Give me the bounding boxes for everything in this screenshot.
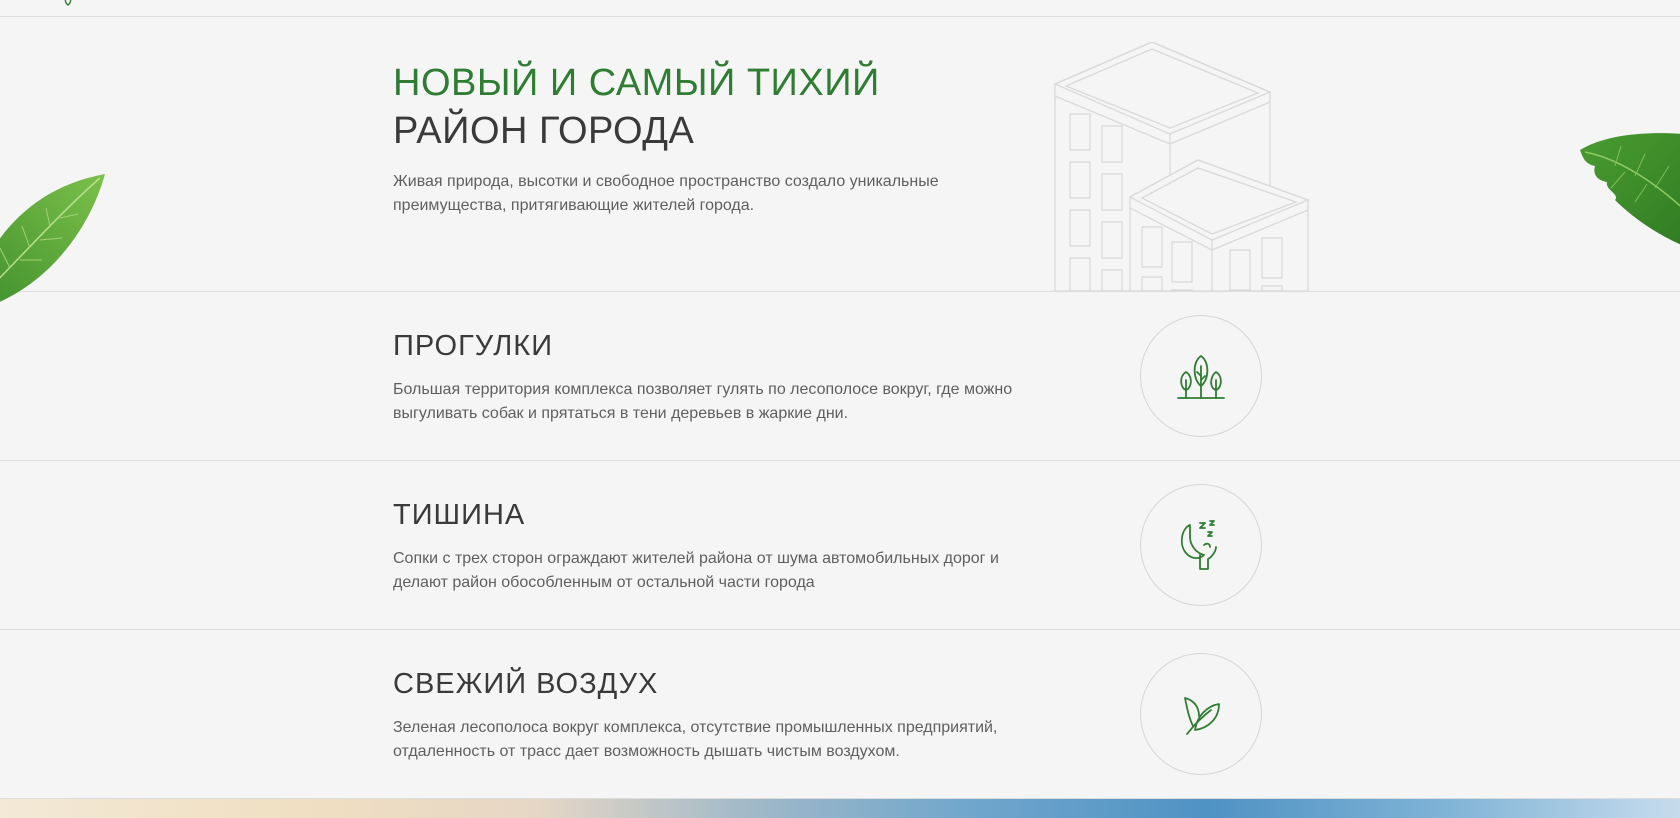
hero-title: РАЙОН ГОРОДА xyxy=(393,110,695,152)
feature-title: СВЕЖИЙ ВОЗДУХ xyxy=(393,668,659,700)
hero-title-accent: НОВЫЙ И САМЫЙ ТИХИЙ xyxy=(393,62,880,104)
feature-silence: ТИШИНА Сопки с трех сторон ограждают жит… xyxy=(0,461,1680,630)
building-illustration xyxy=(1053,42,1310,291)
footer-banner-edge xyxy=(0,799,1680,818)
feature-icon-badge xyxy=(1140,484,1262,606)
decorative-leaf-left xyxy=(0,174,105,302)
header-bar xyxy=(0,0,1680,17)
feature-description: Большая территория комплекса позволяет г… xyxy=(393,381,1013,422)
hero-description: Живая природа, высотки и свободное прост… xyxy=(393,173,939,214)
trees-icon xyxy=(1177,355,1225,399)
feature-title: ПРОГУЛКИ xyxy=(393,330,554,362)
feature-title: ТИШИНА xyxy=(393,499,526,531)
feature-icon-badge xyxy=(1140,653,1262,775)
feature-icon-badge xyxy=(1140,315,1262,437)
feature-description: Сопки с трех сторон ограждают жителей ра… xyxy=(393,550,999,591)
feature-description: Зеленая лесополоса вокруг комплекса, отс… xyxy=(393,719,998,760)
hero-section: НОВЫЙ И САМЫЙ ТИХИЙ РАЙОН ГОРОДА Живая п… xyxy=(0,17,1680,292)
logo-icon[interactable] xyxy=(62,0,74,6)
feature-fresh-air: СВЕЖИЙ ВОЗДУХ Зеленая лесополоса вокруг … xyxy=(0,630,1680,799)
page: НОВЫЙ И САМЫЙ ТИХИЙ РАЙОН ГОРОДА Живая п… xyxy=(0,0,1680,818)
sleep-moon-icon xyxy=(1180,520,1217,570)
feature-walks: ПРОГУЛКИ Большая территория комплекса по… xyxy=(0,292,1680,461)
decorative-leaf-right xyxy=(1580,133,1680,245)
leaf-icon xyxy=(1184,697,1220,735)
